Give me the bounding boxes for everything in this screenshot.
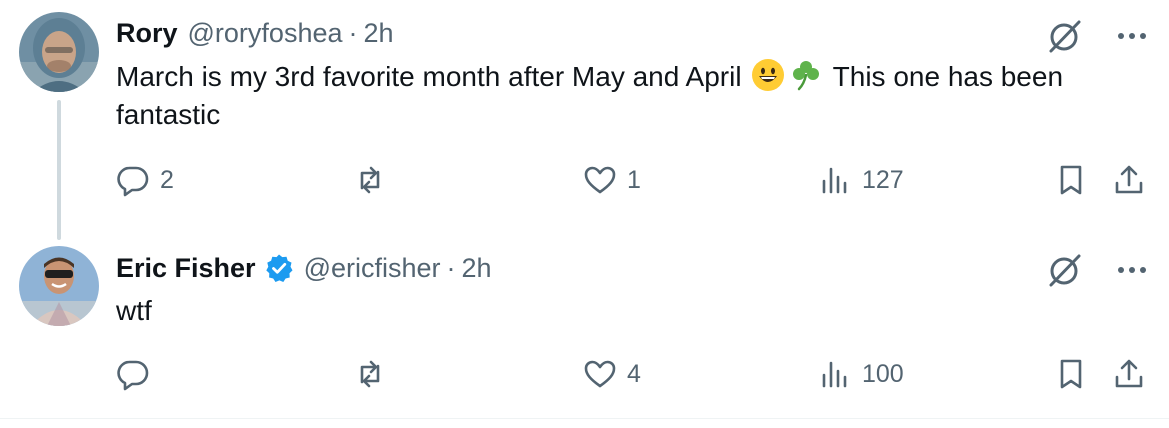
- retweet-icon: [353, 357, 387, 391]
- like-button[interactable]: 4: [583, 357, 641, 391]
- thread-line: [57, 100, 61, 240]
- share-button[interactable]: [1112, 163, 1146, 197]
- reply-button[interactable]: 2: [116, 163, 174, 197]
- tweet-text: wtf: [116, 295, 152, 326]
- avatar[interactable]: [19, 246, 99, 326]
- share-icon: [1112, 163, 1146, 197]
- bookmark-button[interactable]: [1054, 357, 1088, 391]
- like-icon: [583, 163, 617, 197]
- reply-icon: [116, 357, 150, 391]
- views-button[interactable]: 100: [818, 357, 904, 391]
- tweet-header: Eric Fisher @ericfisher · 2h: [116, 252, 492, 284]
- shamrock-emoji: [793, 61, 820, 91]
- separator: ·: [348, 18, 358, 48]
- tweet-text: March is my 3rd favorite month after May…: [116, 58, 1096, 134]
- verified-badge-icon[interactable]: [264, 253, 294, 283]
- bookmark-button[interactable]: [1054, 163, 1088, 197]
- timestamp[interactable]: 2h: [364, 17, 394, 49]
- divider: [0, 418, 1169, 419]
- separator: ·: [446, 253, 456, 283]
- views-button[interactable]: 127: [818, 163, 904, 197]
- like-count: 1: [627, 165, 641, 194]
- retweet-icon: [353, 163, 387, 197]
- tweet-top-icons: [1047, 18, 1147, 54]
- retweet-button[interactable]: [353, 163, 397, 197]
- grok-icon[interactable]: [1047, 18, 1083, 54]
- retweet-button[interactable]: [353, 357, 397, 391]
- display-name[interactable]: Rory: [116, 17, 178, 49]
- display-name[interactable]: Eric Fisher: [116, 252, 256, 284]
- reply-icon: [116, 163, 150, 197]
- like-button[interactable]: 1: [583, 163, 641, 197]
- reply-count: 2: [160, 165, 174, 194]
- grinning-face-emoji: [752, 59, 785, 91]
- more-icon[interactable]: [1117, 31, 1147, 41]
- tweet-header: Rory @roryfoshea · 2h: [116, 17, 394, 49]
- views-count: 127: [862, 165, 904, 194]
- tweet-actions: 4 100: [116, 357, 1146, 397]
- timestamp[interactable]: 2h: [462, 252, 492, 284]
- like-count: 4: [627, 359, 641, 388]
- views-icon: [818, 163, 852, 197]
- share-icon: [1112, 357, 1146, 391]
- tweet-text-part: March is my 3rd favorite month after May…: [116, 61, 742, 92]
- username[interactable]: @ericfisher: [304, 252, 441, 284]
- more-icon[interactable]: [1117, 265, 1147, 275]
- grok-icon[interactable]: [1047, 252, 1083, 288]
- share-button[interactable]: [1112, 357, 1146, 391]
- avatar[interactable]: [19, 12, 99, 92]
- views-count: 100: [862, 359, 904, 388]
- username[interactable]: @roryfoshea: [188, 17, 343, 49]
- bookmark-icon: [1054, 163, 1088, 197]
- like-icon: [583, 357, 617, 391]
- tweet-top-icons: [1047, 252, 1147, 288]
- tweet-actions: 2 1 127: [116, 163, 1146, 203]
- bookmark-icon: [1054, 357, 1088, 391]
- reply-button[interactable]: [116, 357, 160, 391]
- views-icon: [818, 357, 852, 391]
